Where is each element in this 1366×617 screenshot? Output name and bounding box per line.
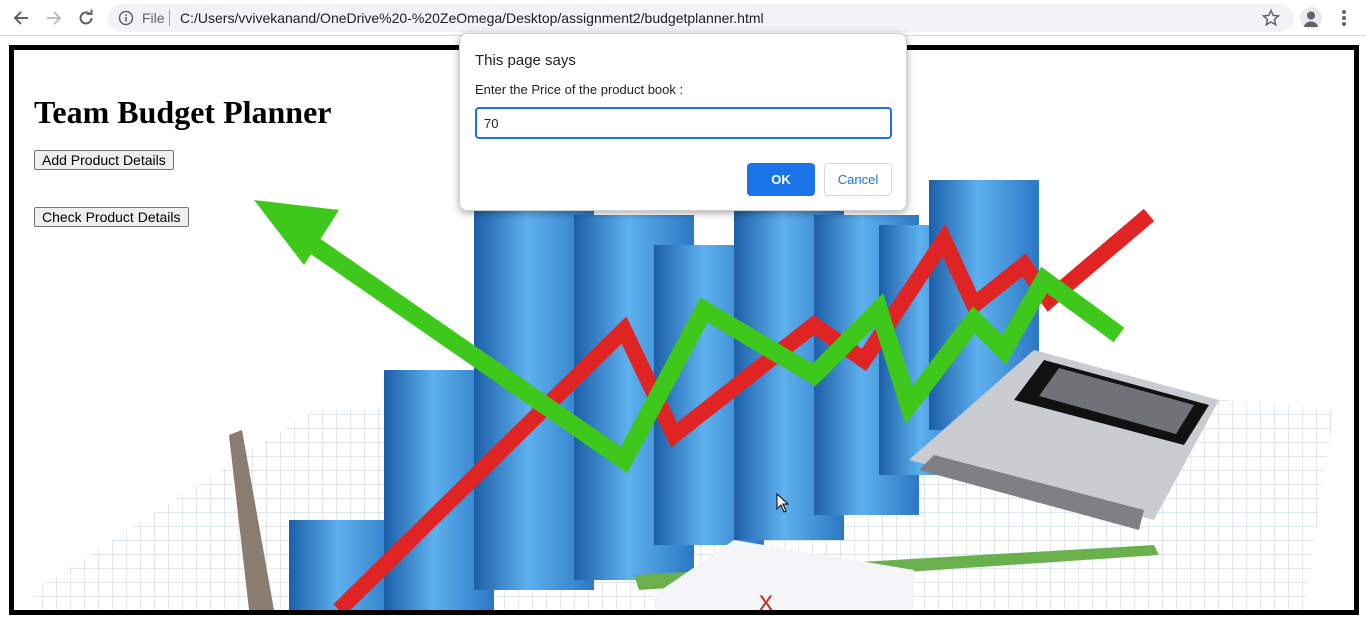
- back-arrow-icon: [13, 11, 28, 25]
- ok-button[interactable]: OK: [747, 163, 815, 196]
- forward-arrow-icon: [47, 11, 62, 25]
- kebab-menu-icon[interactable]: [1334, 7, 1354, 29]
- prompt-dialog: This page says Enter the Price of the pr…: [459, 33, 907, 211]
- dialog-title: This page says: [475, 52, 576, 69]
- profile-avatar-icon[interactable]: [1300, 7, 1322, 29]
- reload-button[interactable]: [74, 6, 98, 30]
- info-icon[interactable]: [118, 10, 134, 26]
- scheme-label: File: [142, 10, 165, 26]
- url-text[interactable]: C:/Users/vvivekanand/OneDrive%20-%20ZeOm…: [180, 10, 764, 26]
- reload-icon: [79, 9, 93, 25]
- forward-button[interactable]: [42, 6, 66, 30]
- add-product-details-button[interactable]: Add Product Details: [34, 150, 174, 170]
- star-icon[interactable]: [1261, 8, 1281, 28]
- back-button[interactable]: [9, 6, 33, 30]
- price-input[interactable]: [475, 107, 892, 139]
- cancel-button[interactable]: Cancel: [824, 163, 892, 196]
- check-product-details-button[interactable]: Check Product Details: [34, 207, 189, 227]
- dialog-message: Enter the Price of the product book :: [475, 82, 684, 97]
- svg-text:x: x: [759, 585, 773, 610]
- page-title: Team Budget Planner: [34, 94, 332, 130]
- address-bar[interactable]: File C:/Users/vvivekanand/OneDrive%20-%2…: [108, 4, 1294, 32]
- mouse-cursor-icon: [776, 493, 790, 513]
- omnibox-divider: [169, 10, 170, 26]
- browser-toolbar: File C:/Users/vvivekanand/OneDrive%20-%2…: [0, 0, 1366, 36]
